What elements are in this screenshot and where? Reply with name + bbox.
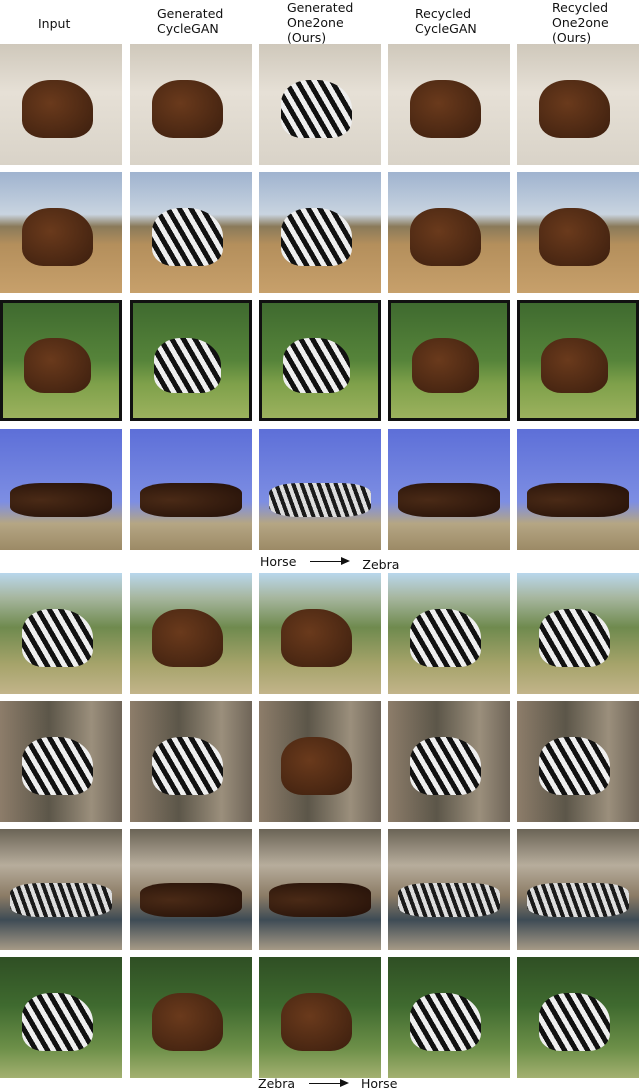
caption-from: Zebra <box>258 1076 295 1091</box>
column-header-gen_one2one: Generated One2one (Ours) <box>287 0 354 45</box>
result-image-rec_cyclegan <box>388 172 510 293</box>
result-image-rec_one2one <box>517 957 639 1078</box>
result-image-input <box>0 829 122 950</box>
result-image-gen_one2one <box>259 429 381 550</box>
result-image-rec_one2one <box>517 573 639 694</box>
result-image-gen_one2one <box>259 172 381 293</box>
result-image-gen_cyclegan <box>130 172 252 293</box>
result-image-gen_cyclegan <box>130 573 252 694</box>
result-image-rec_one2one <box>517 829 639 950</box>
result-image-input <box>0 701 122 822</box>
section-caption-zebra-to-horse: Zebra Horse <box>258 1076 397 1091</box>
result-image-gen_one2one <box>259 829 381 950</box>
result-image-gen_cyclegan <box>130 829 252 950</box>
caption-to: Zebra <box>362 557 400 572</box>
column-header-gen_cyclegan: Generated CycleGAN <box>157 6 224 36</box>
result-image-rec_one2one <box>517 701 639 822</box>
result-image-rec_cyclegan <box>388 957 510 1078</box>
result-image-input <box>0 300 122 421</box>
arrow-right-icon <box>309 1079 349 1086</box>
result-image-gen_cyclegan <box>130 44 252 165</box>
result-image-input <box>0 172 122 293</box>
result-image-rec_cyclegan <box>388 573 510 694</box>
result-image-gen_cyclegan <box>130 300 252 421</box>
result-image-gen_one2one <box>259 957 381 1078</box>
result-image-rec_cyclegan <box>388 829 510 950</box>
result-image-rec_cyclegan <box>388 44 510 165</box>
section-caption-horse-to-zebra: Horse Zebra <box>260 554 400 572</box>
result-image-rec_one2one <box>517 44 639 165</box>
result-image-rec_cyclegan <box>388 701 510 822</box>
result-image-rec_cyclegan <box>388 429 510 550</box>
result-image-rec_one2one <box>517 300 639 421</box>
result-image-gen_one2one <box>259 44 381 165</box>
result-image-input <box>0 44 122 165</box>
result-image-input <box>0 573 122 694</box>
result-image-rec_one2one <box>517 429 639 550</box>
column-header-rec_cyclegan: Recycled CycleGAN <box>415 6 477 36</box>
result-image-gen_cyclegan <box>130 701 252 822</box>
result-image-gen_one2one <box>259 701 381 822</box>
caption-from: Horse <box>260 554 297 569</box>
caption-to: Horse <box>361 1076 398 1091</box>
column-header-input: Input <box>38 16 71 31</box>
result-image-gen_cyclegan <box>130 957 252 1078</box>
result-image-gen_one2one <box>259 300 381 421</box>
column-header-rec_one2one: Recycled One2one (Ours) <box>552 0 609 45</box>
result-image-gen_one2one <box>259 573 381 694</box>
result-image-rec_one2one <box>517 172 639 293</box>
result-image-rec_cyclegan <box>388 300 510 421</box>
result-image-input <box>0 429 122 550</box>
arrow-right-icon <box>310 557 351 564</box>
result-image-gen_cyclegan <box>130 429 252 550</box>
result-image-input <box>0 957 122 1078</box>
